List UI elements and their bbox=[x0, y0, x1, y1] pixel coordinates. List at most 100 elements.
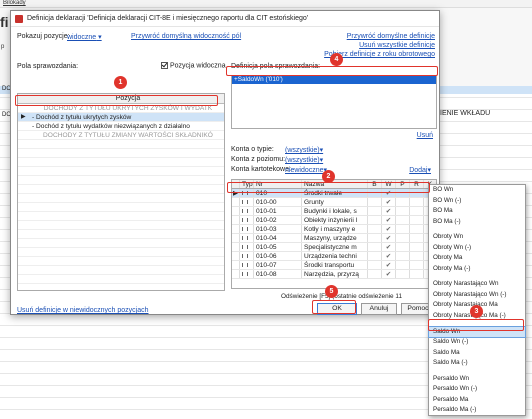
menu-item[interactable]: Obroty Wn bbox=[429, 232, 525, 243]
account-type-icon bbox=[240, 243, 254, 251]
account-type-icon bbox=[242, 200, 248, 204]
menu-item[interactable]: Saldo Ma bbox=[429, 348, 525, 359]
visible-position-toggle[interactable]: Pozycja widoczna bbox=[161, 62, 226, 69]
callout-badge-4: 4 bbox=[330, 53, 343, 66]
table-cell bbox=[396, 261, 410, 269]
menu-item[interactable]: Obroty Ma (-) bbox=[429, 264, 525, 275]
account-type-icon bbox=[242, 236, 248, 240]
table-cell bbox=[368, 198, 382, 206]
table-row[interactable]: 010-04 Maszyny, urządze ✔ bbox=[232, 234, 436, 243]
bg-column-header: IENIE WKŁADU bbox=[440, 110, 491, 117]
menu-item[interactable]: Persaldo Wn bbox=[429, 374, 525, 385]
table-cell: Grunty bbox=[302, 198, 368, 206]
visible-position-label: Pozycja widoczna bbox=[169, 62, 226, 70]
account-type-icon bbox=[240, 252, 254, 260]
app-icon bbox=[15, 14, 23, 23]
menu-item[interactable]: Bilokady bbox=[3, 0, 26, 6]
menu-item[interactable]: Obroty Narastająco Wn bbox=[429, 279, 525, 290]
table-cell: Urządzenia techni bbox=[302, 252, 368, 260]
table-cell: 010-01 bbox=[254, 207, 302, 215]
highlight-saldo-wn bbox=[428, 319, 524, 331]
table-cell: Obiekty inżynierii l bbox=[302, 216, 368, 224]
menu-item[interactable]: Saldo Wn (-) bbox=[429, 337, 525, 348]
cancel-button[interactable]: Anuluj bbox=[361, 303, 397, 315]
row-pointer-icon bbox=[232, 225, 240, 233]
table-row[interactable]: 010-01 Budynki i lokale, s ✔ bbox=[232, 207, 436, 216]
left-list-row-text: DOCHODY Z TYTUŁU UKRYTYCH ZYSKÓW I WYDAT… bbox=[43, 105, 213, 112]
table-cell bbox=[410, 225, 424, 233]
left-list-empty-area bbox=[18, 140, 224, 290]
account-type-icon bbox=[240, 216, 254, 224]
refresh-status[interactable]: Odświeżenie [F5] (ostatnie odświeżenie 1… bbox=[281, 293, 402, 300]
bg-page-title: fi bbox=[0, 14, 9, 30]
table-cell bbox=[396, 198, 410, 206]
account-type-icon bbox=[242, 272, 248, 276]
account-level-dropdown[interactable]: (wszystkie)▾ bbox=[285, 156, 323, 164]
menu-item[interactable]: Persaldo Ma (-) bbox=[429, 405, 525, 416]
accounts-table[interactable]: Typ Nr Nazwa B W P R K ▶010Środki trwałe… bbox=[231, 179, 437, 289]
row-pointer-icon bbox=[232, 270, 240, 278]
show-positions-dropdown[interactable]: widoczne ▾ bbox=[67, 33, 102, 41]
table-row[interactable]: 010-07 Środki transportu ✔ bbox=[232, 261, 436, 270]
table-row[interactable]: 010-02 Obiekty inżynierii l ✔ bbox=[232, 216, 436, 225]
row-pointer-icon bbox=[232, 198, 240, 206]
menu-item[interactable]: BO Ma bbox=[429, 206, 525, 217]
remove-invisible-definitions-link[interactable]: Usuń definicje w niewidocznych pozycjach bbox=[17, 307, 149, 314]
restore-definitions-link[interactable]: Przywróć domyślne definicje bbox=[347, 33, 435, 40]
table-cell bbox=[368, 252, 382, 260]
menu-item[interactable]: Persaldo Ma bbox=[429, 395, 525, 406]
chevron-down-icon: ▾ bbox=[319, 157, 324, 164]
saldo-type-menu[interactable]: BO Wn BO Wn (-) BO Ma BO Ma (-) Obroty Wn Obr… bbox=[428, 184, 526, 416]
add-dropdown[interactable]: Dodaj▾ bbox=[409, 166, 431, 174]
account-card-dropdown[interactable]: niewidoczne▾ bbox=[285, 166, 327, 174]
left-list-group-row[interactable]: DOCHODY Z TYTUŁU ZMIANY WARTOŚCI SKŁADNI… bbox=[18, 131, 224, 140]
left-list-row-text: - Dochód z tytułu ukrytych zysków bbox=[32, 114, 132, 121]
table-row[interactable]: 010-08 Narzędzia, przyrzą ✔ bbox=[232, 270, 436, 279]
table-cell: 010-00 bbox=[254, 198, 302, 206]
account-types-dropdown[interactable]: (wszystkie)▾ bbox=[285, 146, 323, 154]
account-level-label: Konta z poziomu: bbox=[231, 156, 286, 163]
restore-visibility-link[interactable]: Przywróć domyślną widoczność pól bbox=[131, 33, 241, 40]
callout-badge-1: 1 bbox=[114, 76, 127, 89]
definition-editor[interactable]: +SaldoWn ('010') bbox=[231, 75, 437, 129]
menu-item[interactable]: Obroty Narastająco Wn (-) bbox=[429, 290, 525, 301]
table-row[interactable]: 010-03 Kotły i maszyny e ✔ bbox=[232, 225, 436, 234]
left-list-row[interactable]: ▶ - Dochód z tytułu ukrytych zysków bbox=[18, 113, 224, 122]
table-cell: Kotły i maszyny e bbox=[302, 225, 368, 233]
check-icon: ✔ bbox=[382, 261, 396, 269]
account-type-icon bbox=[242, 245, 248, 249]
remove-all-definitions-link[interactable]: Usuń wszystkie definicje bbox=[359, 42, 435, 49]
highlight-left-row bbox=[15, 95, 218, 106]
table-cell bbox=[410, 198, 424, 206]
menu-item[interactable]: BO Wn (-) bbox=[429, 196, 525, 207]
left-list-row[interactable]: - Dochód z tytułu wydatków niezwiązanych… bbox=[18, 122, 224, 131]
table-row[interactable]: 010-00 Grunty ✔ bbox=[232, 198, 436, 207]
account-types-label: Konta o typie: bbox=[231, 146, 274, 153]
menu-item[interactable]: Saldo Ma (-) bbox=[429, 358, 525, 369]
table-cell bbox=[396, 216, 410, 224]
table-cell bbox=[410, 243, 424, 251]
menu-item[interactable]: BO Wn bbox=[429, 185, 525, 196]
table-row[interactable]: 010-05 Specjalistyczne m ✔ bbox=[232, 243, 436, 252]
show-positions-label: Pokazuj pozycje: bbox=[17, 33, 70, 40]
menu-item[interactable]: Obroty Wn (-) bbox=[429, 243, 525, 254]
definition-value[interactable]: +SaldoWn ('010') bbox=[232, 76, 436, 84]
table-row[interactable]: 010-06 Urządzenia techni ✔ bbox=[232, 252, 436, 261]
menu-item[interactable]: Persaldo Wn (-) bbox=[429, 384, 525, 395]
account-type-icon bbox=[240, 261, 254, 269]
account-type-icon bbox=[242, 218, 248, 222]
menu-item[interactable]: Obroty Ma bbox=[429, 253, 525, 264]
table-cell: Maszyny, urządze bbox=[302, 234, 368, 242]
visible-position-checkbox[interactable] bbox=[161, 62, 168, 69]
table-cell bbox=[396, 234, 410, 242]
account-type-icon bbox=[242, 263, 248, 267]
table-cell bbox=[396, 207, 410, 215]
account-type-icon bbox=[240, 234, 254, 242]
remove-definition-link[interactable]: Usuń bbox=[417, 132, 433, 139]
report-fields-list[interactable]: Pozycja DOCHODY Z TYTUŁU UKRYTYCH ZYSKÓW… bbox=[17, 93, 225, 291]
dialog-title-bar: Definicja deklaracji 'Definicja deklarac… bbox=[11, 11, 439, 27]
table-cell bbox=[410, 234, 424, 242]
table-cell: 010-02 bbox=[254, 216, 302, 224]
check-icon: ✔ bbox=[382, 207, 396, 215]
menu-item[interactable]: BO Ma (-) bbox=[429, 217, 525, 228]
